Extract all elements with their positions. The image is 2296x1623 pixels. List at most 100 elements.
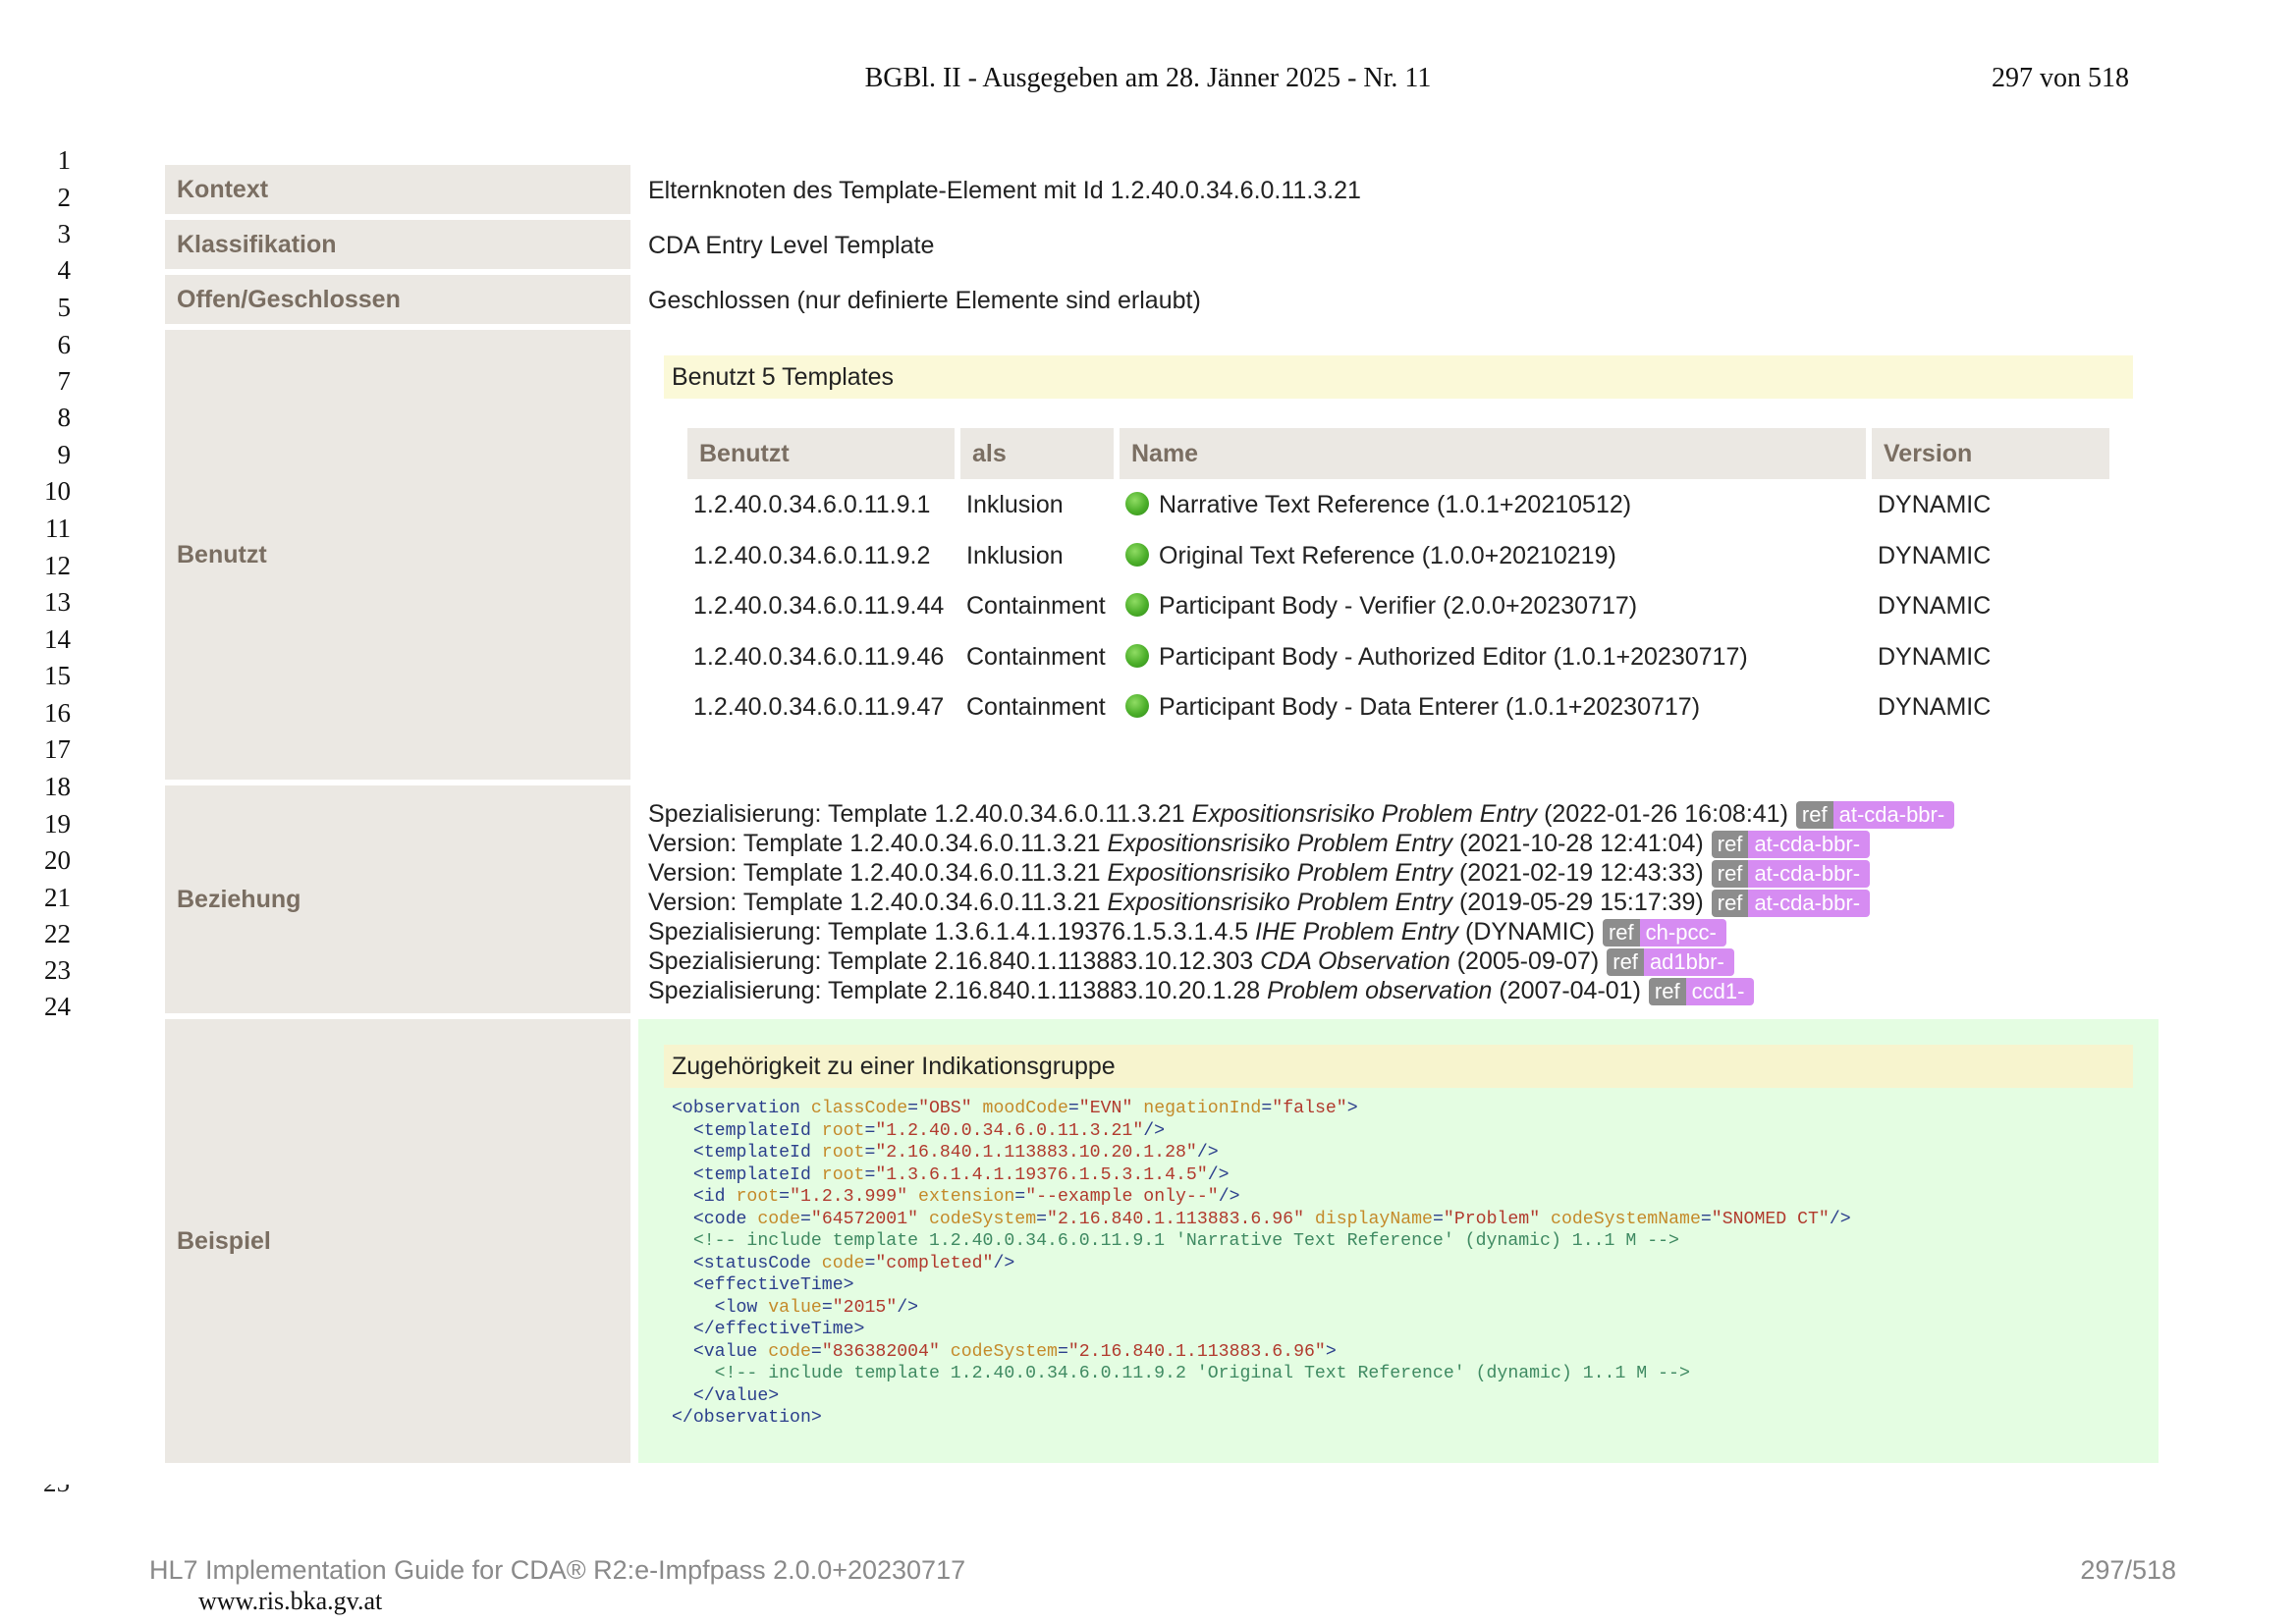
code-token: "2015"	[832, 1297, 898, 1318]
code-token: <templateId	[672, 1164, 811, 1185]
ref-prefix-badge[interactable]: ad1bbr-	[1643, 948, 1734, 976]
row-label-offen-geschlossen: Offen/Geschlossen	[165, 275, 630, 324]
code-token: root	[810, 1164, 865, 1185]
line-number: 15	[44, 661, 71, 690]
ref-badge[interactable]: ref	[1711, 831, 1749, 858]
code-token: =	[1432, 1209, 1444, 1229]
beziehung-item: Spezialisierung: Template 1.3.6.1.4.1.19…	[648, 917, 1726, 947]
code-token: code	[746, 1209, 800, 1229]
page-header-title: BGBl. II - Ausgegeben am 28. Jänner 2025…	[864, 63, 1432, 93]
benutzt-cell-als: Inklusion	[966, 541, 1064, 569]
code-token: />	[1196, 1143, 1219, 1163]
beziehung-template-name: Expositionsrisiko Problem Entry	[1107, 830, 1452, 857]
status-green-dot-icon	[1125, 593, 1149, 618]
code-line: <effectiveTime>	[672, 1275, 854, 1295]
ref-prefix-badge[interactable]: at-cda-bbr-	[1748, 831, 1871, 858]
code-token: =	[864, 1164, 876, 1185]
beziehung-date: (2021-10-28 12:41:04)	[1458, 830, 1704, 857]
template-name[interactable]: Original Text Reference (1.0.0+20210219)	[1159, 542, 1616, 569]
line-number: 10	[44, 476, 71, 506]
template-name[interactable]: Participant Body - Data Enterer (1.0.1+2…	[1159, 693, 1700, 721]
code-token: "OBS"	[918, 1099, 972, 1118]
line-number: 2	[57, 183, 72, 212]
beziehung-item: Spezialisierung: Template 1.2.40.0.34.6.…	[648, 799, 1955, 829]
code-token: >	[1325, 1341, 1337, 1362]
ref-badge[interactable]: ref	[1602, 919, 1640, 947]
ref-prefix-badge[interactable]: at-cda-bbr-	[1832, 801, 1955, 829]
line-number: 24	[44, 992, 71, 1021]
code-line: </effectiveTime>	[672, 1320, 865, 1339]
ref-prefix-badge[interactable]: at-cda-bbr-	[1748, 890, 1871, 917]
code-token: codeSystem	[939, 1341, 1058, 1362]
beziehung-kind: Spezialisierung: Template 2.16.840.1.113…	[648, 947, 1254, 975]
code-token: code	[810, 1253, 865, 1273]
code-token: />	[1143, 1120, 1166, 1141]
code-token: "SNOMED CT"	[1711, 1209, 1830, 1229]
code-token: =	[799, 1209, 811, 1229]
line-number: 4	[57, 255, 72, 285]
line-number: 13	[44, 587, 71, 617]
code-token: />	[897, 1297, 919, 1318]
row-label-beispiel: Beispiel	[165, 1019, 630, 1463]
line-number: 21	[44, 883, 71, 912]
row-label-benutzt: Benutzt	[165, 330, 630, 780]
code-token: negationInd	[1132, 1099, 1262, 1118]
row-label-beziehung: Beziehung	[165, 785, 630, 1013]
code-line: <templateId root="1.2.40.0.34.6.0.11.3.2…	[672, 1121, 1165, 1141]
code-line: <templateId root="1.3.6.1.4.1.19376.1.5.…	[672, 1165, 1230, 1185]
status-green-dot-icon	[1125, 643, 1149, 668]
ref-badge[interactable]: ref	[1711, 860, 1749, 888]
beispiel-code: <observation classCode="OBS" moodCode="E…	[672, 1098, 1851, 1430]
ref-badge[interactable]: ref	[1795, 801, 1833, 829]
template-name[interactable]: Narrative Text Reference (1.0.1+20210512…	[1159, 491, 1631, 518]
line-number: 12	[44, 551, 71, 580]
benutzt-cell-name: Participant Body - Verifier (2.0.0+20230…	[1125, 592, 1637, 621]
code-token: =	[864, 1143, 876, 1163]
benutzt-cell-name: Participant Body - Data Enterer (1.0.1+2…	[1125, 693, 1700, 722]
code-token: <value	[672, 1341, 758, 1362]
code-token: <code	[672, 1209, 747, 1229]
code-token: <effectiveTime>	[672, 1275, 854, 1295]
page-header-page-number: 297 von 518	[1992, 63, 2129, 93]
code-line: <low value="2015"/>	[672, 1298, 918, 1318]
line-number: 16	[44, 698, 71, 728]
ref-prefix-badge[interactable]: ch-pcc-	[1639, 919, 1726, 947]
code-token: <low	[672, 1297, 758, 1318]
code-token: value	[757, 1297, 822, 1318]
code-token: </value>	[672, 1385, 780, 1406]
code-token: =	[1067, 1099, 1079, 1118]
ref-prefix-badge[interactable]: ccd1-	[1685, 978, 1755, 1005]
code-line: <statusCode code="completed"/>	[672, 1254, 1014, 1273]
template-name[interactable]: Participant Body - Verifier (2.0.0+20230…	[1159, 592, 1637, 620]
code-token: =	[864, 1120, 876, 1141]
code-token: =	[810, 1341, 822, 1362]
code-token: "false"	[1272, 1099, 1347, 1118]
line-number: 6	[57, 330, 72, 359]
template-name[interactable]: Participant Body - Authorized Editor (1.…	[1159, 643, 1748, 671]
beziehung-date: (2005-09-07)	[1456, 947, 1600, 975]
ref-prefix-badge[interactable]: at-cda-bbr-	[1748, 860, 1871, 888]
beziehung-kind: Spezialisierung: Template 1.3.6.1.4.1.19…	[648, 918, 1249, 946]
code-token: <statusCode	[672, 1253, 811, 1273]
ref-badge[interactable]: ref	[1711, 890, 1749, 917]
row-label-kontext: Kontext	[165, 165, 630, 214]
benutzt-cell-id: 1.2.40.0.34.6.0.11.9.1	[693, 491, 931, 518]
line-number: 22	[44, 919, 71, 948]
beziehung-template-name: Expositionsrisiko Problem Entry	[1107, 889, 1452, 916]
ref-badge[interactable]: ref	[1607, 948, 1644, 976]
beziehung-item: Version: Template 1.2.40.0.34.6.0.11.3.2…	[648, 888, 1871, 917]
ref-badge[interactable]: ref	[1648, 978, 1686, 1005]
code-token: />	[993, 1253, 1015, 1273]
code-token: "1.2.3.999"	[790, 1187, 908, 1207]
benutzt-cell-version: DYNAMIC	[1878, 541, 1992, 569]
code-token: "Problem"	[1443, 1209, 1541, 1229]
code-token: <!-- include template 1.2.40.0.34.6.0.11…	[672, 1231, 1679, 1251]
beziehung-template-name: CDA Observation	[1260, 947, 1450, 975]
code-token: "EVN"	[1078, 1099, 1133, 1118]
code-token: moodCode	[971, 1099, 1068, 1118]
code-token: classCode	[799, 1099, 908, 1118]
beziehung-kind: Version: Template 1.2.40.0.34.6.0.11.3.2…	[648, 889, 1101, 916]
beziehung-template-name: Expositionsrisiko Problem Entry	[1191, 800, 1538, 828]
row-label-klassifikation: Klassifikation	[165, 220, 630, 269]
code-line: <observation classCode="OBS" moodCode="E…	[672, 1099, 1358, 1118]
